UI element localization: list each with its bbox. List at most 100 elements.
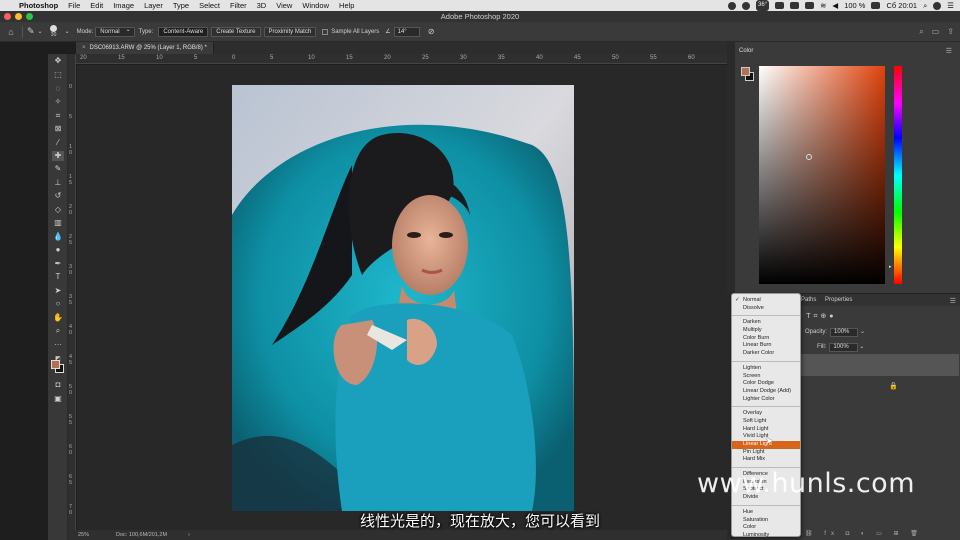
hand-tool-icon[interactable]: ✋ <box>52 313 64 323</box>
record-icon[interactable] <box>728 1 737 10</box>
blend-mode-hard-light[interactable]: Hard Light <box>732 426 800 434</box>
create-texture-button[interactable]: Create Texture <box>211 26 261 37</box>
lasso-tool-icon[interactable]: ◌ <box>52 84 64 94</box>
zoom-tool-icon[interactable]: ⌕ <box>52 326 64 336</box>
clock[interactable]: Сб 20:01 <box>886 0 917 11</box>
panel-options-icon[interactable]: ☰ <box>946 47 956 55</box>
blend-mode-darker-color[interactable]: Darker Color <box>732 350 800 358</box>
hue-slider[interactable] <box>894 66 902 284</box>
clone-stamp-tool-icon[interactable]: ⊥ <box>52 178 64 188</box>
weather-badge[interactable]: 36° <box>756 0 770 11</box>
blend-mode-multiply[interactable]: Multiply <box>732 327 800 335</box>
opacity-input[interactable]: 100% <box>830 328 859 337</box>
workspace-icon[interactable]: ▭ <box>932 27 940 37</box>
gradient-tool-icon[interactable]: ▥ <box>52 218 64 228</box>
type-tool-icon[interactable]: T <box>52 272 64 282</box>
chevron-down-icon[interactable]: ⌄ <box>859 344 864 350</box>
blend-mode-lighter-color[interactable]: Lighter Color <box>732 396 800 404</box>
menu-layer[interactable]: Layer <box>139 0 168 11</box>
content-aware-button[interactable]: Content-Aware <box>158 26 209 37</box>
menu-image[interactable]: Image <box>108 0 139 11</box>
minimize-window-icon[interactable] <box>15 13 22 20</box>
blend-mode-screen[interactable]: Screen <box>732 373 800 381</box>
menu-window[interactable]: Window <box>297 0 334 11</box>
blend-mode-dropdown[interactable]: NormalDissolveDarkenMultiplyColor BurnLi… <box>731 293 801 540</box>
blend-mode-overlay[interactable]: Overlay <box>732 410 800 418</box>
blend-mode-color-dodge[interactable]: Color Dodge <box>732 380 800 388</box>
chevron-down-icon[interactable]: ⌄ <box>860 329 865 335</box>
sample-all-layers-checkbox[interactable] <box>322 28 329 35</box>
blend-mode-lighten[interactable]: Lighten <box>732 365 800 373</box>
menu-type[interactable]: Type <box>168 0 194 11</box>
document-canvas[interactable] <box>77 65 727 530</box>
proximity-match-button[interactable]: Proximity Match <box>263 26 317 37</box>
zoom-level[interactable]: 25% <box>78 530 89 540</box>
status-menu-arrow[interactable]: › <box>188 530 190 540</box>
search-icon[interactable]: ⌕ <box>919 27 923 37</box>
blend-mode-normal[interactable]: Normal <box>732 297 800 305</box>
blend-mode-luminosity[interactable]: Luminosity <box>732 532 800 540</box>
menu-help[interactable]: Help <box>334 0 359 11</box>
frame-tool-icon[interactable]: ⊠ <box>52 124 64 134</box>
blend-mode-linear-burn[interactable]: Linear Burn <box>732 342 800 350</box>
marquee-tool-icon[interactable]: ⬚ <box>52 70 64 80</box>
tab-paths[interactable]: Paths <box>801 297 816 303</box>
bluetooth-icon[interactable] <box>805 2 815 9</box>
saturation-value-field[interactable] <box>759 66 885 284</box>
notification-center-icon[interactable]: ☰ <box>947 0 954 11</box>
blend-mode-hard-mix[interactable]: Hard Mix <box>732 456 800 464</box>
menu-photoshop[interactable]: Photoshop <box>14 0 63 11</box>
tab-properties[interactable]: Properties <box>825 297 852 303</box>
history-brush-tool-icon[interactable]: ↺ <box>52 191 64 201</box>
blend-mode-color-burn[interactable]: Color Burn <box>732 335 800 343</box>
eraser-tool-icon[interactable]: ◇ <box>52 205 64 215</box>
quick-mask-icon[interactable]: ◘ <box>52 380 64 390</box>
blend-mode-linear-dodge-add[interactable]: Linear Dodge (Add) <box>732 388 800 396</box>
battery-icon[interactable] <box>871 2 881 9</box>
spotlight-icon[interactable]: ⌕ <box>923 0 927 11</box>
screen-mode-icon[interactable]: ▣ <box>52 394 64 404</box>
volume-icon[interactable]: ◀ <box>832 0 838 11</box>
mode-select[interactable]: Normal <box>95 26 135 37</box>
color-panel-tab[interactable]: Color <box>739 48 753 54</box>
spot-healing-brush-icon[interactable]: ✎ <box>27 26 35 37</box>
spot-healing-tool-icon[interactable]: ✚ <box>52 151 64 161</box>
crop-tool-icon[interactable]: ⌗ <box>52 111 64 121</box>
menu-edit[interactable]: Edit <box>85 0 108 11</box>
zoom-window-icon[interactable] <box>26 13 33 20</box>
blend-mode-darken[interactable]: Darken <box>732 319 800 327</box>
layer-filter-icons[interactable]: ◐T⌗⊕● <box>799 312 837 321</box>
blend-mode-dissolve[interactable]: Dissolve <box>732 305 800 313</box>
user-avatar-icon[interactable] <box>933 1 942 10</box>
close-window-icon[interactable] <box>4 13 11 20</box>
blend-mode-soft-light[interactable]: Soft Light <box>732 418 800 426</box>
keyboard-layout-icon[interactable] <box>790 2 800 9</box>
brush-preset-picker[interactable]: 30 <box>46 24 62 40</box>
path-selection-tool-icon[interactable]: ➤ <box>52 286 64 296</box>
quick-selection-tool-icon[interactable]: ✧ <box>52 97 64 107</box>
angle-input[interactable]: 14° <box>393 26 420 37</box>
foreground-color-swatch[interactable] <box>741 67 750 76</box>
wifi-icon[interactable]: ≋ <box>820 0 826 11</box>
battery-percent[interactable]: 100 % <box>844 0 865 11</box>
layer-row-selected[interactable] <box>799 354 959 376</box>
menu-file[interactable]: File <box>63 0 85 11</box>
dodge-tool-icon[interactable]: ● <box>52 245 64 255</box>
chevron-down-icon[interactable]: ⌄ <box>38 28 43 35</box>
blur-tool-icon[interactable]: 💧 <box>52 232 64 242</box>
eyedropper-tool-icon[interactable]: ⁄ <box>52 138 64 148</box>
menu-select[interactable]: Select <box>194 0 225 11</box>
hue-slider-marker-icon[interactable]: ▸ <box>889 264 892 270</box>
chevron-down-icon[interactable]: ⌄ <box>65 28 70 35</box>
menu-3d[interactable]: 3D <box>252 0 272 11</box>
home-icon[interactable]: ⌂ <box>4 25 18 39</box>
menu-view[interactable]: View <box>271 0 297 11</box>
fill-input[interactable]: 100% <box>829 343 858 352</box>
color-picker-ring[interactable] <box>806 154 812 160</box>
battery-monitor-icon[interactable] <box>775 2 785 9</box>
pen-tool-icon[interactable]: ✒ <box>52 259 64 269</box>
more-tools-icon[interactable]: ··· <box>52 340 64 350</box>
share-icon[interactable]: ⇪ <box>947 27 954 37</box>
move-tool-icon[interactable]: ✥ <box>52 56 64 66</box>
layers-bottom-icons[interactable]: ⛓ fx ◘ ◐ ▭ ⊞ 🗑 <box>805 530 923 537</box>
